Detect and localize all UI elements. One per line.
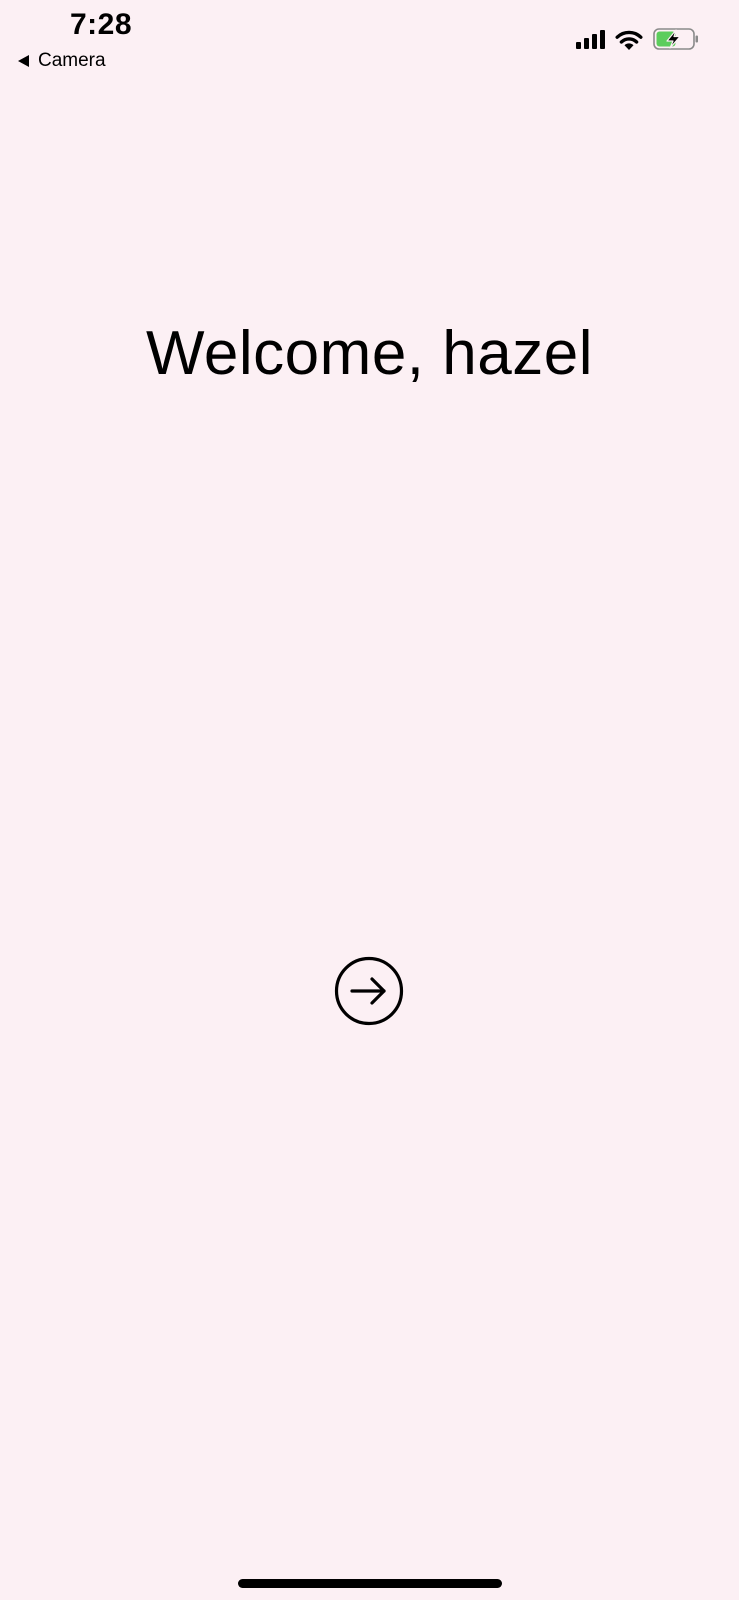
cellular-signal-icon: [576, 29, 605, 49]
back-arrow-icon: [18, 55, 29, 67]
arrow-right-circle-icon: [334, 956, 404, 1026]
welcome-heading: Welcome, hazel: [146, 319, 593, 388]
battery-charging-icon: [653, 28, 698, 50]
next-button[interactable]: [334, 956, 404, 1026]
status-time: 7:28: [70, 8, 133, 41]
home-indicator[interactable]: [238, 1579, 502, 1588]
back-to-camera-link[interactable]: Camera: [18, 50, 106, 72]
status-icons: [576, 28, 699, 50]
wifi-icon: [615, 30, 643, 50]
back-link-label: Camera: [38, 50, 106, 71]
status-bar: 7:28 Camera: [0, 0, 739, 80]
